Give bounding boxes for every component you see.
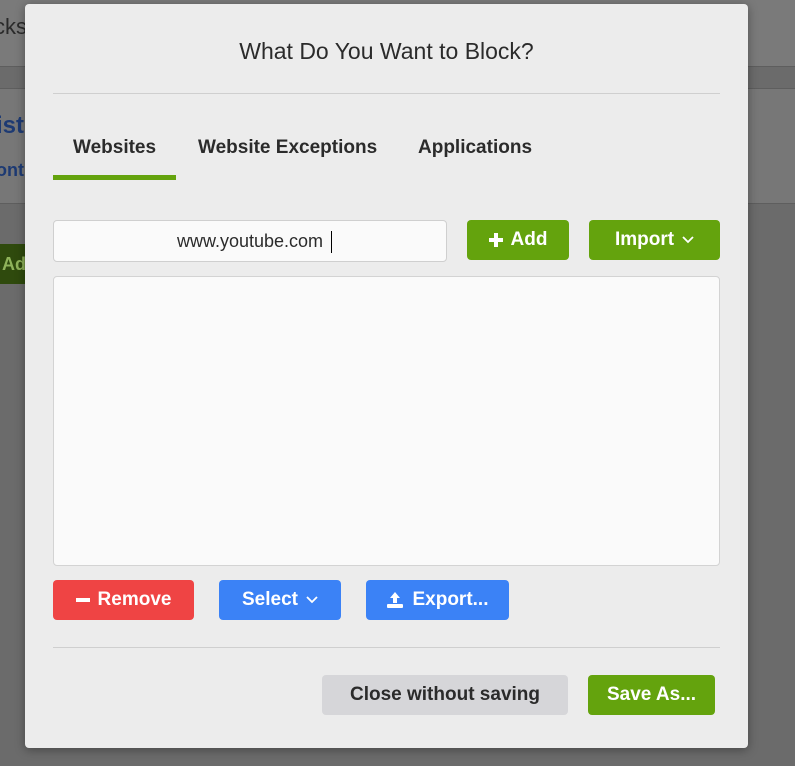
save-as-button[interactable]: Save As... — [588, 675, 715, 715]
close-button-label: Close without saving — [349, 684, 541, 705]
tab-websites[interactable]: Websites — [53, 126, 177, 180]
title-divider — [53, 93, 720, 94]
plus-icon — [488, 233, 503, 247]
background-heading-fragment: ist — [0, 112, 25, 139]
export-button[interactable]: Export... — [366, 580, 509, 620]
remove-button-label: Remove — [97, 589, 172, 610]
dialog-title: What Do You Want to Block? — [239, 38, 534, 64]
footer-divider — [53, 647, 720, 648]
website-url-input[interactable] — [53, 220, 447, 262]
remove-button[interactable]: Remove — [53, 580, 194, 620]
block-dialog: What Do You Want to Block? Websites Webs… — [25, 4, 748, 748]
chevron-down-icon — [306, 596, 318, 604]
text-caret — [331, 231, 332, 253]
import-button-label: Import — [614, 229, 675, 250]
close-without-saving-button[interactable]: Close without saving — [322, 675, 568, 715]
tab-website-exceptions[interactable]: Website Exceptions — [198, 126, 377, 180]
select-button[interactable]: Select — [219, 580, 341, 620]
import-button[interactable]: Import — [589, 220, 720, 260]
minus-icon — [75, 598, 90, 602]
chevron-down-icon — [682, 236, 694, 244]
tab-applications[interactable]: Applications — [418, 126, 532, 180]
upload-icon — [386, 591, 404, 609]
add-button[interactable]: Add — [467, 220, 569, 260]
background-link-fragment: ont — [0, 160, 24, 180]
save-button-label: Save As... — [606, 684, 697, 705]
tab-bar: Websites Website Exceptions Applications — [53, 126, 720, 186]
select-button-label: Select — [242, 589, 298, 610]
export-button-label: Export... — [412, 589, 489, 610]
background-title-fragment: cks — [0, 14, 27, 39]
add-button-label: Add — [510, 229, 548, 250]
blocked-websites-list[interactable] — [53, 276, 720, 566]
